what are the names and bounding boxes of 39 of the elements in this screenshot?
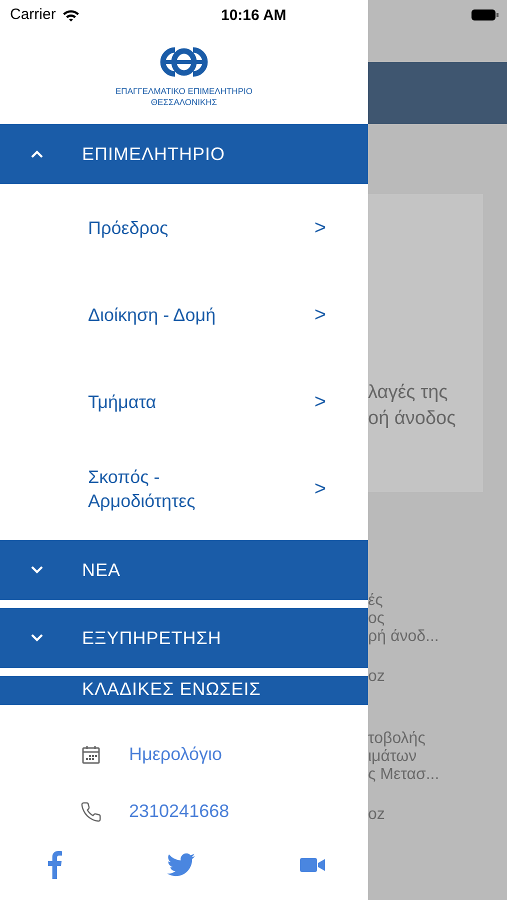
battery-icon xyxy=(471,9,499,21)
section-header[interactable]: ΝΕΑ xyxy=(0,540,368,600)
list-text: οz xyxy=(368,806,386,824)
list-text: ές xyxy=(368,592,384,610)
list-text: ρή άνοδ... xyxy=(368,628,440,646)
submenu-item[interactable]: Πρόεδρος > xyxy=(0,184,368,271)
logo-text: ΕΠΑΓΓΕΛΜΑΤΙΚΟ ΕΠΙΜΕΛΗΤΗΡΙΟ xyxy=(116,86,252,97)
section-header[interactable]: ΕΞΥΠΗΡΕΤΗΣΗ xyxy=(0,608,368,668)
chevron-icon: > xyxy=(314,300,326,330)
list-text: ιμάτων xyxy=(368,748,418,766)
card-text: οή άνοδος xyxy=(368,407,457,431)
wifi-icon xyxy=(62,8,80,22)
calendar-link[interactable]: Ημερολόγιο xyxy=(129,741,222,768)
twitter-bird-icon[interactable] xyxy=(167,853,195,877)
section-header[interactable]: ΚΛΑΔΙΚΕΣ ΕΝΩΣΕΙΣ xyxy=(0,676,368,705)
phone-icon xyxy=(80,800,102,822)
collapse-icon xyxy=(30,149,44,159)
chevron-icon: > xyxy=(314,474,326,504)
card-text: λαγές της xyxy=(368,381,449,405)
submenu-item[interactable]: Διοίκηση - Δομή > xyxy=(0,271,368,358)
expand-icon xyxy=(30,633,44,643)
clock: 10:16 AM xyxy=(221,6,286,26)
calendar-icon xyxy=(81,744,101,764)
chevron-icon: > xyxy=(314,386,326,416)
list-text: τοβολής xyxy=(368,730,426,748)
section-header[interactable]: ΕΠΙΜΕΛΗΤΗΡΙΟ xyxy=(0,124,368,184)
carrier-label: Carrier xyxy=(10,4,56,25)
logo-text: ΘΕΣΣΑΛΟΝΙΚΗΣ xyxy=(150,97,218,108)
logo-icon xyxy=(160,46,208,78)
submenu-item[interactable]: Τμήματα > xyxy=(0,358,368,445)
facebook-icon[interactable] xyxy=(48,851,62,879)
expand-icon xyxy=(30,565,44,575)
list-text: οz xyxy=(368,668,386,686)
submenu-item[interactable]: Σκοπός - Αρμοδιότητες > xyxy=(0,445,368,532)
video-camera-icon[interactable] xyxy=(300,857,326,873)
list-text: ς Μετασ... xyxy=(368,766,440,784)
phone-link[interactable]: 2310241668 xyxy=(129,798,230,825)
chevron-icon: > xyxy=(314,212,326,242)
list-text: ος xyxy=(368,610,386,628)
